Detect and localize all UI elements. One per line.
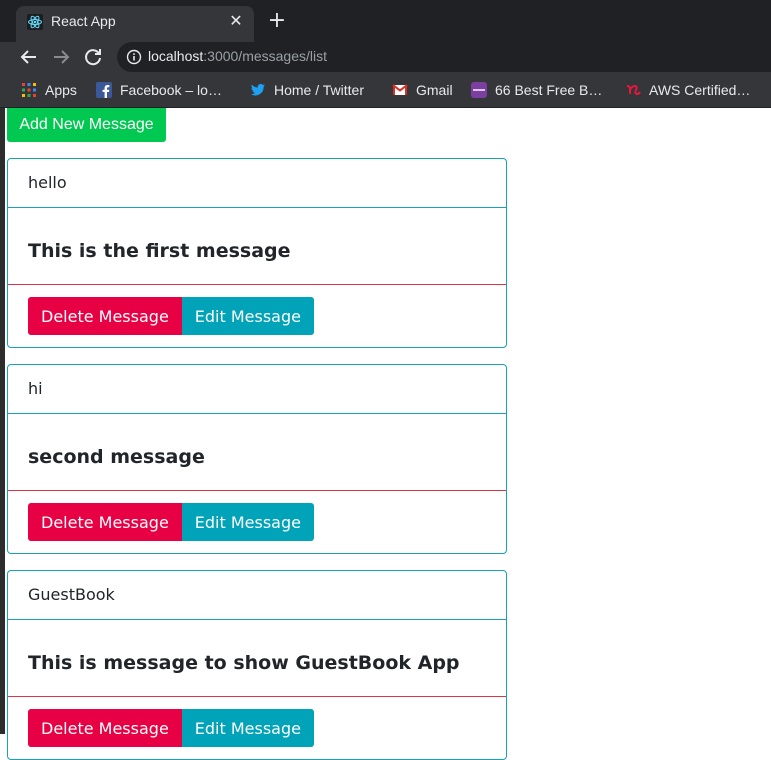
address-bar[interactable]: localhost:3000/messages/list bbox=[117, 42, 771, 72]
new-tab-icon[interactable]: + bbox=[266, 10, 288, 32]
message-card-header: hello bbox=[8, 159, 506, 208]
message-card-footer: Delete Message Edit Message bbox=[8, 285, 506, 347]
back-arrow-icon[interactable] bbox=[17, 45, 41, 69]
browser-toolbar: localhost:3000/messages/list bbox=[0, 42, 771, 72]
reload-icon[interactable] bbox=[81, 45, 105, 69]
message-card-body: This is message to show GuestBook App bbox=[8, 620, 506, 697]
message-card-footer: Delete Message Edit Message bbox=[8, 491, 506, 553]
tab-strip: React App ✕ + bbox=[0, 0, 771, 42]
bookmark-gmail[interactable]: Gmail bbox=[392, 80, 453, 100]
colorlib-icon bbox=[471, 82, 487, 98]
message-card-body: second message bbox=[8, 414, 506, 491]
bookmark-label: Home / Twitter bbox=[274, 82, 364, 98]
bookmark-twitter[interactable]: Home / Twitter bbox=[250, 80, 364, 100]
react-logo-icon bbox=[27, 14, 43, 30]
twitter-icon bbox=[250, 82, 266, 98]
add-new-message-button[interactable]: Add New Message bbox=[7, 108, 166, 142]
tab-title: React App bbox=[51, 13, 116, 29]
message-card: hi second message Delete Message Edit Me… bbox=[7, 364, 507, 554]
bookmarks-bar: Apps Facebook – lo… Home / Twitter Gmail… bbox=[0, 72, 771, 108]
edit-message-button[interactable]: Edit Message bbox=[181, 503, 314, 541]
bookmark-colorlib[interactable]: 66 Best Free B… bbox=[471, 80, 602, 100]
apps-grid-icon bbox=[21, 82, 37, 98]
message-card: GuestBook This is message to show GuestB… bbox=[7, 570, 507, 760]
aws-certified-icon bbox=[625, 82, 641, 98]
forward-arrow-icon[interactable] bbox=[49, 45, 73, 69]
close-tab-icon[interactable]: ✕ bbox=[226, 11, 246, 31]
page-left-edge bbox=[0, 108, 5, 734]
edit-message-button[interactable]: Edit Message bbox=[181, 297, 314, 335]
url-text: localhost:3000/messages/list bbox=[148, 48, 327, 64]
bookmark-label: 66 Best Free B… bbox=[495, 82, 603, 98]
delete-message-button[interactable]: Delete Message bbox=[28, 297, 182, 335]
delete-message-button[interactable]: Delete Message bbox=[28, 709, 182, 747]
bookmark-facebook[interactable]: Facebook – lo… bbox=[96, 80, 222, 100]
bookmark-label: Facebook – lo… bbox=[120, 82, 222, 98]
message-card-body: This is the first message bbox=[8, 208, 506, 285]
bookmark-aws[interactable]: AWS Certified… bbox=[625, 80, 750, 100]
message-card: hello This is the first message Delete M… bbox=[7, 158, 507, 348]
edit-message-button[interactable]: Edit Message bbox=[181, 709, 314, 747]
message-card-footer: Delete Message Edit Message bbox=[8, 697, 506, 759]
message-card-header: GuestBook bbox=[8, 571, 506, 620]
bookmark-label: AWS Certified… bbox=[649, 82, 751, 98]
bookmark-apps[interactable]: Apps bbox=[21, 80, 77, 100]
message-card-header: hi bbox=[8, 365, 506, 414]
bookmark-label: Gmail bbox=[416, 82, 453, 98]
bookmark-label: Apps bbox=[45, 82, 77, 98]
facebook-icon bbox=[96, 82, 112, 98]
gmail-icon bbox=[392, 82, 408, 98]
info-icon[interactable] bbox=[126, 49, 142, 65]
browser-tab[interactable]: React App ✕ bbox=[16, 6, 254, 42]
delete-message-button[interactable]: Delete Message bbox=[28, 503, 182, 541]
